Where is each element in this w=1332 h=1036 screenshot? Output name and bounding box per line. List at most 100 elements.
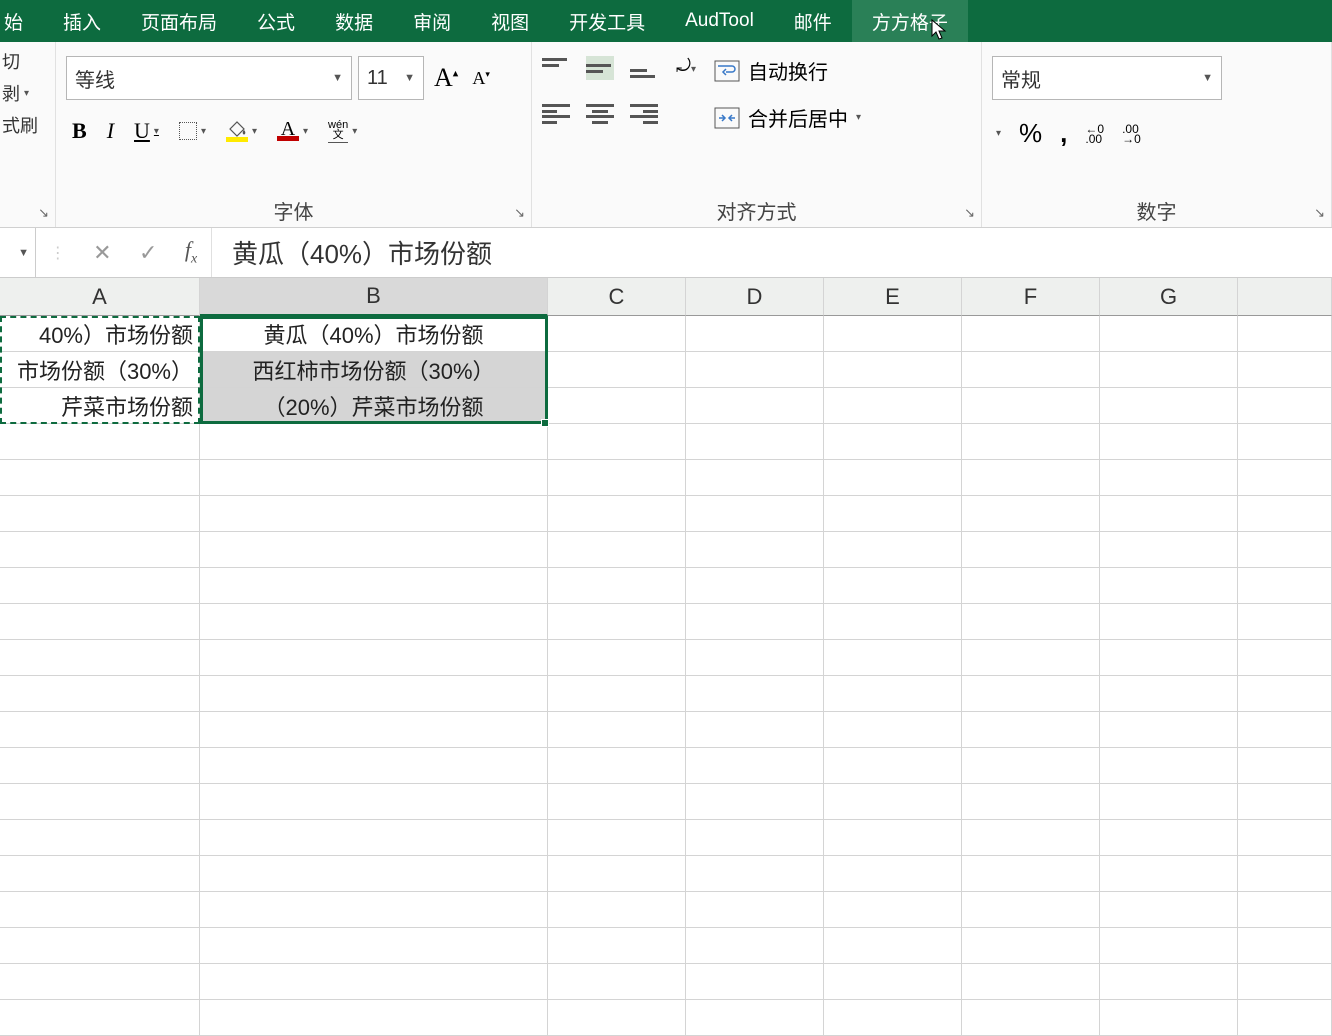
cell-F12[interactable] xyxy=(962,712,1100,748)
cell-G4[interactable] xyxy=(1100,424,1238,460)
cell-G9[interactable] xyxy=(1100,604,1238,640)
cell-D5[interactable] xyxy=(686,460,824,496)
cell-A12[interactable] xyxy=(0,712,200,748)
cell-F2[interactable] xyxy=(962,352,1100,388)
selection-fill-handle[interactable] xyxy=(541,419,549,427)
cell-E10[interactable] xyxy=(824,640,962,676)
insert-function-button[interactable]: fx xyxy=(185,237,197,267)
name-box[interactable]: ▼ xyxy=(0,228,36,277)
accounting-format-button[interactable]: ▾ xyxy=(992,128,1001,139)
ribbon-tab-9[interactable]: 邮件 xyxy=(774,0,852,42)
cell-C13[interactable] xyxy=(548,748,686,784)
cell-extra[interactable] xyxy=(1238,856,1332,892)
cell-F3[interactable] xyxy=(962,388,1100,424)
cell-extra[interactable] xyxy=(1238,1000,1332,1036)
cell-extra[interactable] xyxy=(1238,460,1332,496)
cell-E5[interactable] xyxy=(824,460,962,496)
cell-D12[interactable] xyxy=(686,712,824,748)
cell-E19[interactable] xyxy=(824,964,962,1000)
cell-G15[interactable] xyxy=(1100,820,1238,856)
cell-G8[interactable] xyxy=(1100,568,1238,604)
cell-C1[interactable] xyxy=(548,316,686,352)
cell-C3[interactable] xyxy=(548,388,686,424)
cell-B8[interactable] xyxy=(200,568,548,604)
align-top-button[interactable] xyxy=(542,56,570,80)
cell-C16[interactable] xyxy=(548,856,686,892)
cell-C10[interactable] xyxy=(548,640,686,676)
cell-B7[interactable] xyxy=(200,532,548,568)
cell-F5[interactable] xyxy=(962,460,1100,496)
cell-G7[interactable] xyxy=(1100,532,1238,568)
cell-extra[interactable] xyxy=(1238,388,1332,424)
cell-extra[interactable] xyxy=(1238,568,1332,604)
border-button[interactable]: ▾ xyxy=(179,122,206,140)
cell-extra[interactable] xyxy=(1238,784,1332,820)
cell-A4[interactable] xyxy=(0,424,200,460)
cell-extra[interactable] xyxy=(1238,820,1332,856)
cell-extra[interactable] xyxy=(1238,892,1332,928)
cell-G20[interactable] xyxy=(1100,1000,1238,1036)
cell-C20[interactable] xyxy=(548,1000,686,1036)
cell-C12[interactable] xyxy=(548,712,686,748)
cell-E20[interactable] xyxy=(824,1000,962,1036)
cell-E12[interactable] xyxy=(824,712,962,748)
cell-C17[interactable] xyxy=(548,892,686,928)
cell-extra[interactable] xyxy=(1238,496,1332,532)
cell-A3[interactable]: 芹菜市场份额 xyxy=(0,388,200,424)
cell-B6[interactable] xyxy=(200,496,548,532)
cell-E13[interactable] xyxy=(824,748,962,784)
font-name-selector[interactable]: 等线▼ xyxy=(66,56,352,100)
cell-F8[interactable] xyxy=(962,568,1100,604)
cell-G14[interactable] xyxy=(1100,784,1238,820)
ribbon-tab-0[interactable]: 始 xyxy=(0,0,43,42)
cell-G1[interactable] xyxy=(1100,316,1238,352)
cell-C14[interactable] xyxy=(548,784,686,820)
cell-extra[interactable] xyxy=(1238,640,1332,676)
decrease-decimal-button[interactable]: .00→0 xyxy=(1122,124,1141,144)
cell-B16[interactable] xyxy=(200,856,548,892)
cell-E15[interactable] xyxy=(824,820,962,856)
cell-C11[interactable] xyxy=(548,676,686,712)
cell-B20[interactable] xyxy=(200,1000,548,1036)
cell-B3[interactable]: （20%）芹菜市场份额 xyxy=(200,388,548,424)
cell-E2[interactable] xyxy=(824,352,962,388)
cell-D10[interactable] xyxy=(686,640,824,676)
cell-C7[interactable] xyxy=(548,532,686,568)
enter-formula-button[interactable]: ✓ xyxy=(139,240,157,266)
cell-E18[interactable] xyxy=(824,928,962,964)
cell-A8[interactable] xyxy=(0,568,200,604)
cell-F4[interactable] xyxy=(962,424,1100,460)
cell-E6[interactable] xyxy=(824,496,962,532)
cell-G6[interactable] xyxy=(1100,496,1238,532)
merge-center-button[interactable]: 合并后居中▾ xyxy=(714,103,861,132)
font-size-selector[interactable]: 11▼ xyxy=(358,56,424,100)
cell-extra[interactable] xyxy=(1238,532,1332,568)
cell-G2[interactable] xyxy=(1100,352,1238,388)
cell-F1[interactable] xyxy=(962,316,1100,352)
ribbon-tab-4[interactable]: 数据 xyxy=(315,0,393,42)
phonetic-guide-button[interactable]: wén文▾ xyxy=(328,120,357,143)
cell-B12[interactable] xyxy=(200,712,548,748)
number-dialog-launcher[interactable] xyxy=(1314,204,1325,221)
cell-G11[interactable] xyxy=(1100,676,1238,712)
cell-D18[interactable] xyxy=(686,928,824,964)
cell-A15[interactable] xyxy=(0,820,200,856)
cell-E9[interactable] xyxy=(824,604,962,640)
cell-B5[interactable] xyxy=(200,460,548,496)
column-header-F[interactable]: F xyxy=(962,278,1100,316)
ribbon-tab-10[interactable]: 方方格子 xyxy=(852,0,968,42)
cell-A1[interactable]: 40%）市场份额 xyxy=(0,316,200,352)
cell-F15[interactable] xyxy=(962,820,1100,856)
cell-D2[interactable] xyxy=(686,352,824,388)
cell-F6[interactable] xyxy=(962,496,1100,532)
cell-E7[interactable] xyxy=(824,532,962,568)
cell-C15[interactable] xyxy=(548,820,686,856)
cell-G19[interactable] xyxy=(1100,964,1238,1000)
cell-C2[interactable] xyxy=(548,352,686,388)
cell-G3[interactable] xyxy=(1100,388,1238,424)
cell-D19[interactable] xyxy=(686,964,824,1000)
cell-E17[interactable] xyxy=(824,892,962,928)
column-header-G[interactable]: G xyxy=(1100,278,1238,316)
ribbon-tab-3[interactable]: 公式 xyxy=(237,0,315,42)
cell-F18[interactable] xyxy=(962,928,1100,964)
